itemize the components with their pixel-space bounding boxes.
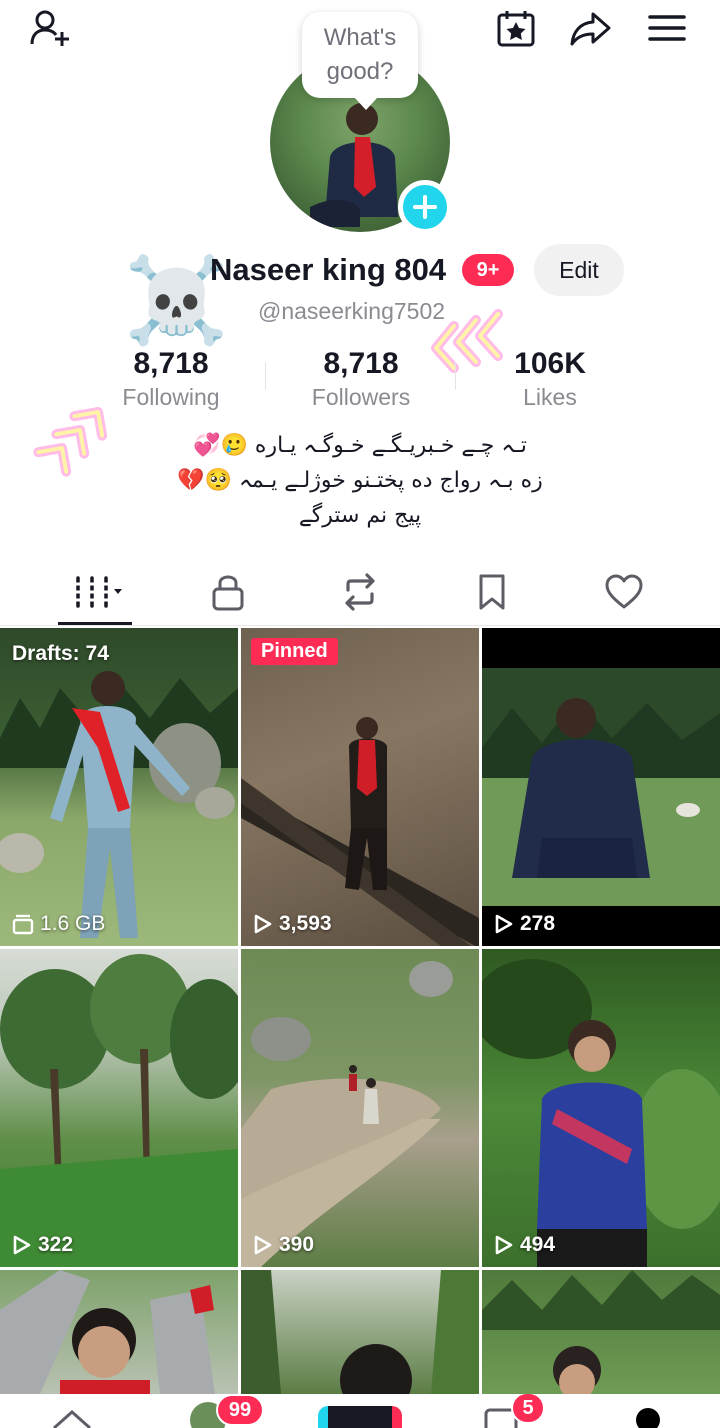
create-button[interactable] [318, 1406, 402, 1428]
video-tile[interactable]: 390 [241, 949, 479, 1267]
profile-name: Naseer king 804 [210, 252, 447, 287]
share-icon[interactable] [568, 6, 612, 50]
friends-badge: 99 [216, 1394, 264, 1426]
heart-icon [605, 574, 643, 609]
add-user-icon[interactable] [28, 6, 72, 50]
likes-label: Likes [523, 384, 577, 410]
likes-count: 106K [514, 347, 586, 380]
video-tile[interactable]: Pinned 3,593 [241, 628, 479, 946]
bio-line: پیج نم سترگے [298, 503, 422, 528]
status-bubble[interactable]: What's good? [302, 12, 418, 110]
profile-nav-item[interactable] [636, 1408, 660, 1428]
view-count: 3,593 [279, 912, 332, 935]
grid-icon [74, 576, 122, 608]
bookmark-icon [479, 574, 505, 610]
bio-line: تـہ چـے خـبریـگـے خـوگـہ یـاره 🥲💞 [193, 433, 527, 458]
add-story-button[interactable] [398, 180, 452, 234]
video-tile[interactable] [241, 1270, 479, 1394]
play-icon [13, 1235, 31, 1255]
thumbnail-image [241, 1270, 479, 1394]
thumbnail-image [0, 671, 238, 938]
thumbnail-image [482, 668, 720, 946]
bio-line: زه بـہ رواج ده پختـنو خوژلـے یـمہ 🥺💔 [177, 468, 543, 493]
likes-stat[interactable]: 106K Likes [450, 346, 650, 412]
thumbnail-image [482, 959, 720, 1267]
followers-stat[interactable]: 8,718 Followers [261, 346, 461, 412]
followers-count: 8,718 [323, 347, 399, 380]
drafts-count-label: Drafts: 74 [12, 642, 109, 665]
inbox-badge: 5 [511, 1394, 545, 1424]
following-stat[interactable]: 8,718 Following [71, 346, 271, 412]
reposts-tab[interactable] [330, 568, 390, 616]
repost-icon [345, 573, 375, 611]
home-icon[interactable] [50, 1404, 94, 1428]
video-tile[interactable]: 322 [0, 949, 238, 1267]
view-count-label: 3,593 [253, 912, 332, 936]
skull-decoration: ☠️ [124, 253, 229, 347]
favorites-tab[interactable] [462, 568, 522, 616]
profile-nav-icon [636, 1408, 660, 1428]
menu-icon[interactable] [645, 6, 689, 50]
view-count-label: 278 [494, 912, 555, 936]
edit-profile-button[interactable]: Edit [534, 244, 624, 296]
profile-tabs [0, 560, 720, 626]
active-tab-indicator [58, 622, 132, 625]
storage-icon [12, 914, 34, 935]
view-count-label: 322 [12, 1233, 73, 1257]
play-icon [495, 914, 513, 934]
status-bubble-text: What's good? [323, 24, 397, 85]
video-tile[interactable]: 494 [482, 949, 720, 1267]
video-tile[interactable] [482, 1270, 720, 1394]
view-count: 322 [38, 1233, 74, 1256]
video-tile[interactable] [0, 1270, 238, 1394]
view-count: 390 [279, 1233, 315, 1256]
play-icon [495, 1235, 513, 1255]
liked-tab[interactable] [594, 568, 654, 616]
view-count-label: 494 [494, 1233, 555, 1257]
view-count-label: 390 [253, 1233, 314, 1257]
view-count: 278 [520, 912, 556, 935]
storage-size-value: 1.6 GB [40, 912, 106, 935]
play-icon [254, 1235, 272, 1255]
bottom-nav: 99 5 [0, 1394, 720, 1428]
thumbnail-image [482, 1270, 720, 1394]
create-icon [318, 1406, 402, 1428]
thumbnail-image [241, 717, 479, 946]
following-count: 8,718 [133, 347, 209, 380]
thumbnail-image [241, 961, 453, 1267]
play-icon [254, 914, 272, 934]
pinned-badge: Pinned [251, 638, 338, 665]
notification-badge[interactable]: 9+ [462, 254, 514, 286]
thumbnail-image [0, 954, 238, 1267]
private-tab[interactable] [198, 568, 258, 616]
videos-grid-tab[interactable] [64, 568, 136, 616]
profile-bio: تـہ چـے خـبریـگـے خـوگـہ یـاره 🥲💞 زه بـہ… [140, 428, 580, 533]
profile-handle: @naseerking7502 [258, 298, 446, 324]
storage-size-label: 1.6 GB [12, 912, 105, 936]
calendar-star-icon[interactable] [494, 6, 538, 50]
thumbnail-image [0, 1270, 215, 1394]
followers-label: Followers [311, 384, 411, 410]
drafts-tile[interactable]: Drafts: 74 1.6 GB [0, 628, 238, 946]
following-label: Following [122, 384, 220, 410]
video-tile[interactable]: 278 [482, 628, 720, 946]
lock-icon [212, 575, 244, 611]
view-count: 494 [520, 1233, 556, 1256]
